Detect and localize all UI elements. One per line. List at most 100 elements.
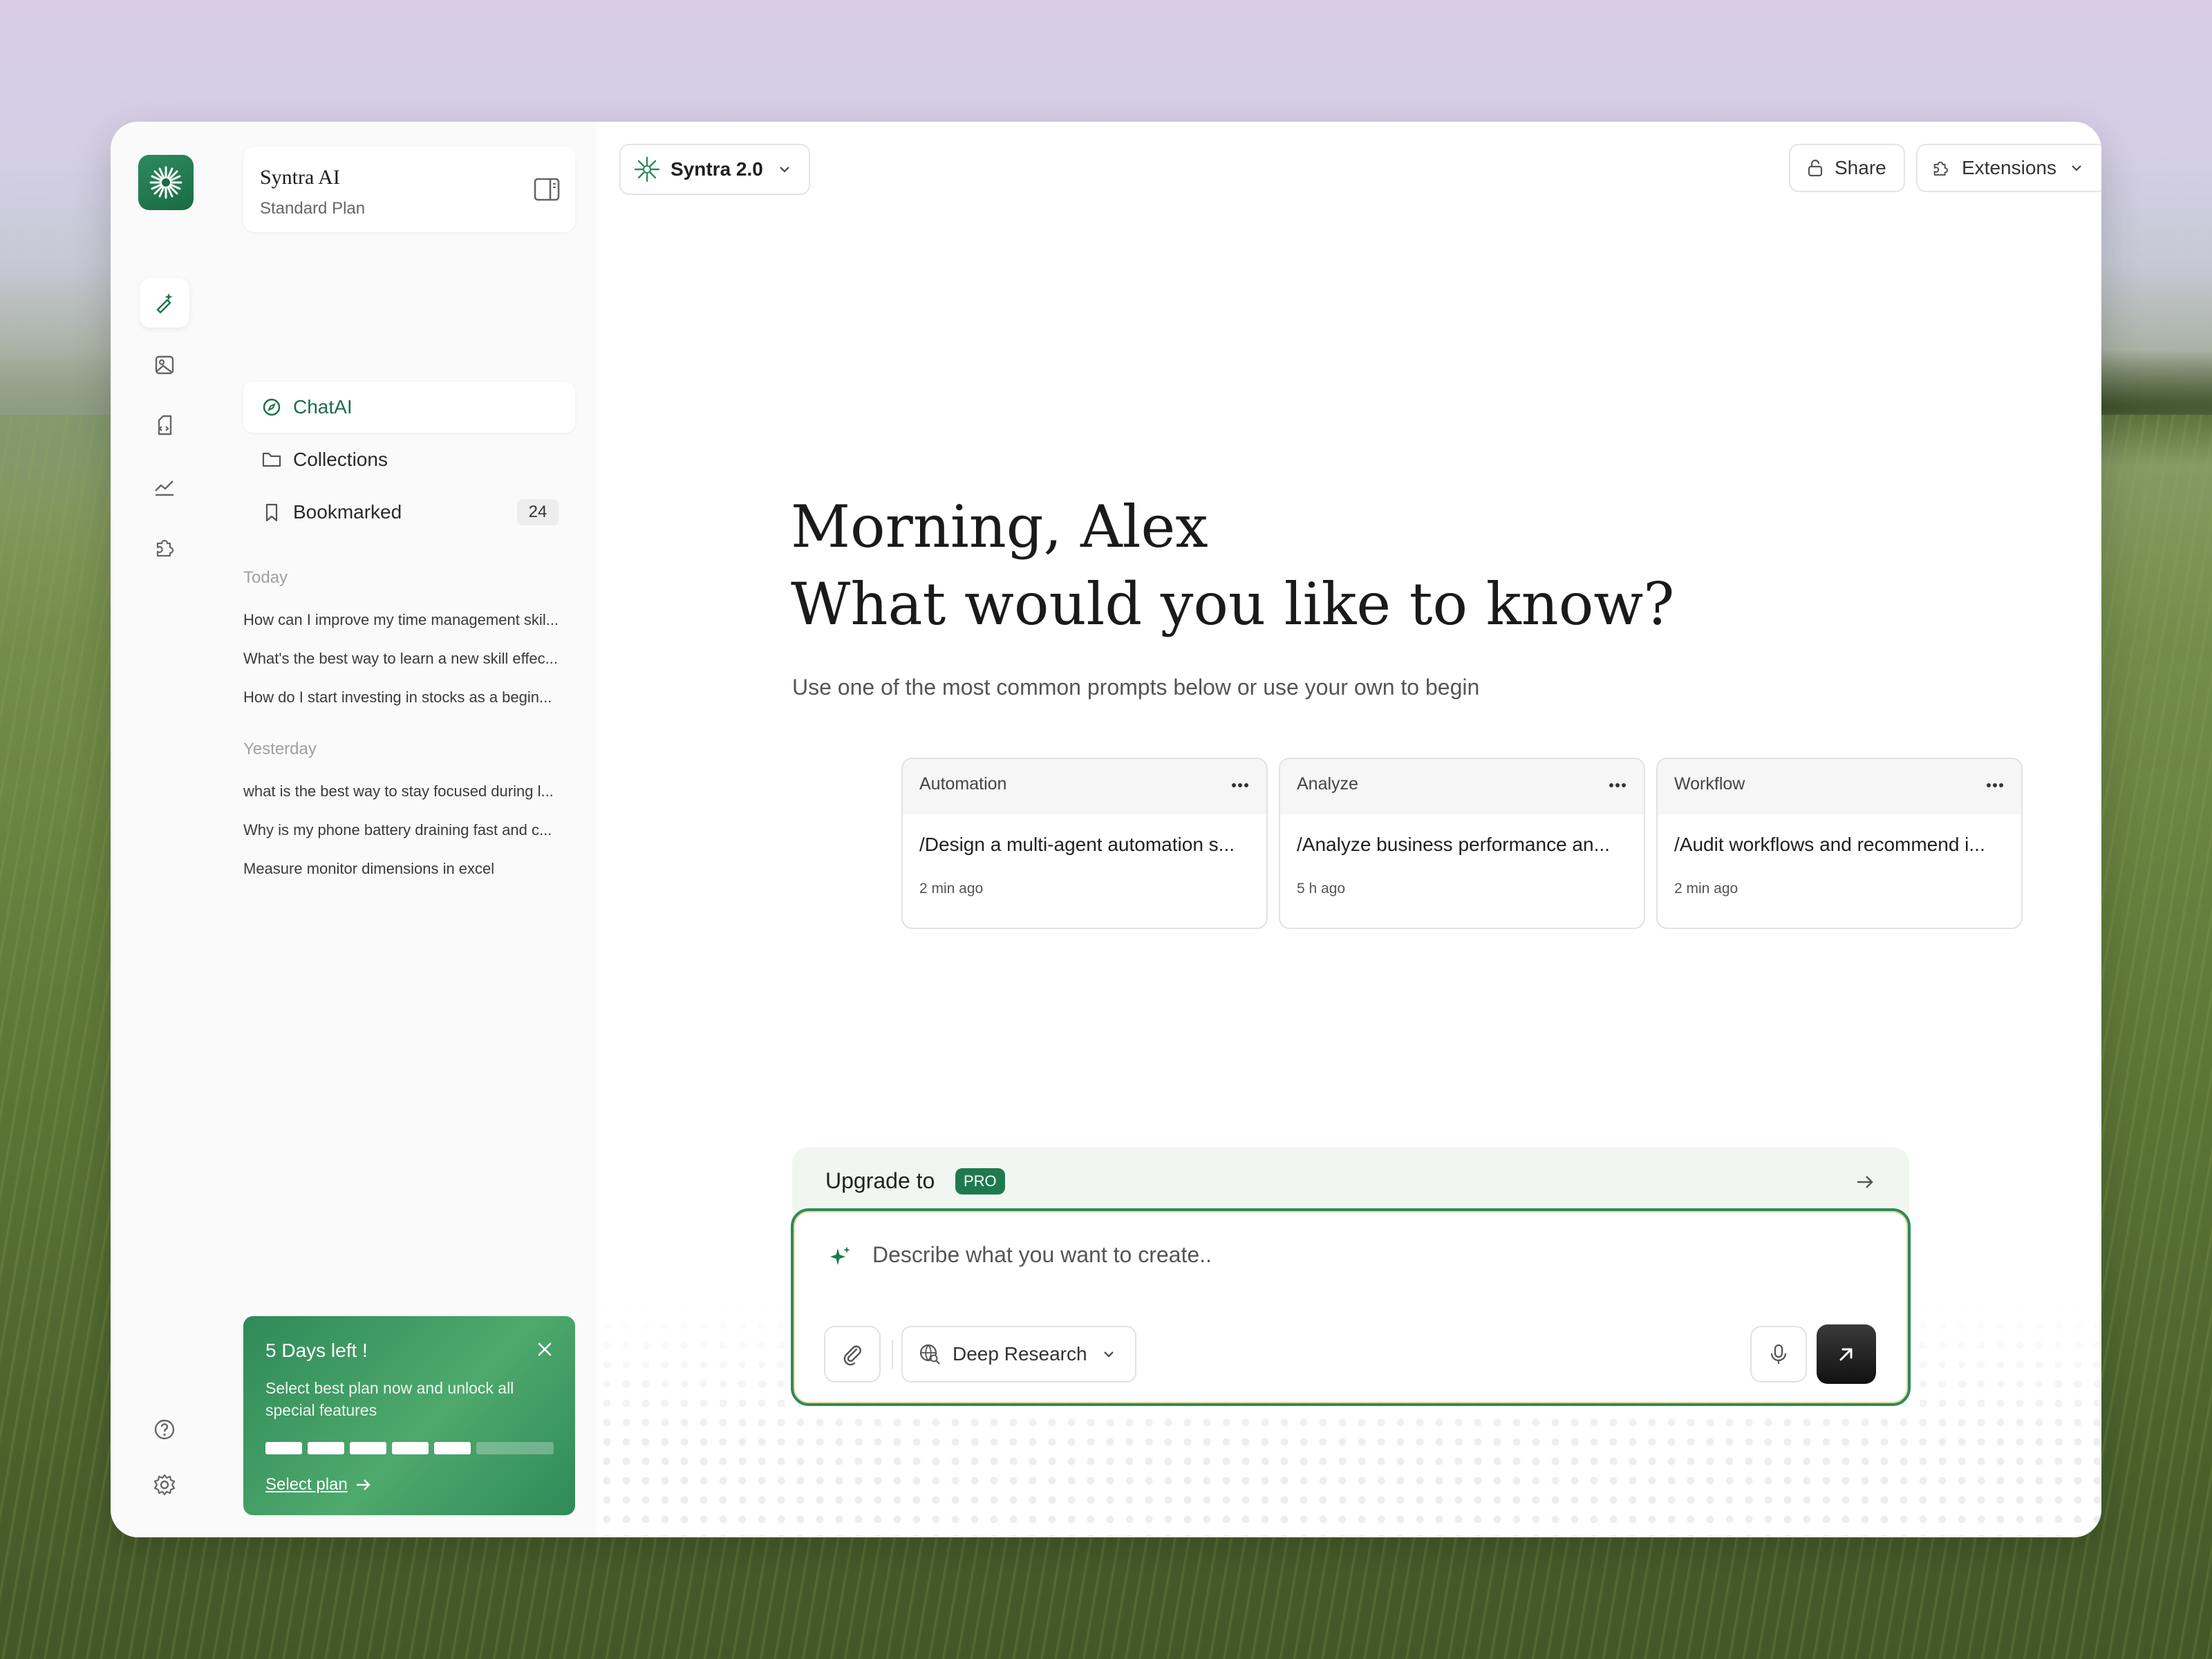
card-timestamp: 2 min ago — [919, 881, 984, 897]
model-selector[interactable]: Syntra 2.0 — [619, 144, 810, 195]
prompt-card-workflow[interactable]: Workflow /Audit workflows and recommend … — [1656, 758, 2023, 929]
folder-icon — [262, 452, 281, 467]
greeting-line-1: Morning, Alex — [791, 493, 1208, 561]
bookmark-icon — [265, 503, 278, 522]
prompt-input[interactable] — [871, 1241, 1841, 1268]
paperclip-icon — [843, 1345, 861, 1366]
history-today-header[interactable]: Today — [243, 568, 288, 588]
help-icon — [154, 1419, 175, 1440]
sidebar-toggle-icon[interactable] — [534, 177, 560, 202]
history-item[interactable]: what is the best way to stay focused dur… — [243, 782, 575, 800]
nav-item-collections[interactable]: Collections — [243, 434, 575, 485]
image-icon — [155, 355, 174, 375]
history-item[interactable]: What's the best way to learn a new skill… — [243, 650, 575, 668]
card-category: Automation — [919, 774, 1007, 794]
card-timestamp: 5 h ago — [1297, 881, 1346, 897]
research-mode-selector[interactable]: Deep Research — [901, 1326, 1136, 1382]
greeting-subtitle: Use one of the most common prompts below… — [792, 675, 1480, 700]
workspace-card[interactable]: Syntra AI Standard Plan — [243, 147, 575, 232]
arrow-up-right-icon — [1839, 1348, 1853, 1361]
rail-code-file-button[interactable] — [140, 401, 189, 451]
nav-label-chatai: ChatAI — [293, 396, 353, 418]
lock-icon — [1808, 159, 1823, 177]
share-button[interactable]: Share — [1789, 144, 1905, 192]
chevron-down-icon — [1103, 1351, 1114, 1358]
history-item[interactable]: How do I start investing in stocks as a … — [243, 688, 575, 706]
rail-chat-button[interactable] — [140, 278, 189, 328]
gear-icon — [153, 1474, 176, 1496]
progress-segment — [434, 1442, 471, 1454]
promo-title: 5 Days left ! — [265, 1340, 368, 1361]
prompt-card-analyze[interactable]: Analyze /Analyze business performance an… — [1279, 758, 1645, 929]
send-button[interactable] — [1817, 1324, 1876, 1384]
prompt-composer: Deep Research — [791, 1208, 1911, 1406]
greeting-heading: Morning, Alex What would you like to kno… — [791, 488, 1674, 643]
select-plan-label: Select plan — [265, 1475, 348, 1494]
greeting-line-2: What would you like to know? — [791, 570, 1675, 638]
more-horizontal-icon[interactable] — [1608, 778, 1627, 792]
trial-progress-bar — [265, 1442, 554, 1454]
chevron-down-icon — [2072, 165, 2081, 171]
card-timestamp: 2 min ago — [1674, 881, 1738, 897]
arrow-right-icon — [356, 1479, 371, 1490]
attach-button[interactable] — [824, 1326, 881, 1382]
code-file-icon — [158, 415, 172, 435]
rail-help-button[interactable] — [140, 1405, 189, 1454]
rail-settings-button[interactable] — [140, 1460, 189, 1510]
upgrade-label: Upgrade to — [825, 1168, 935, 1193]
card-prompt: /Audit workflows and recommend i... — [1674, 834, 1985, 855]
nav-item-bookmarked[interactable]: Bookmarked 24 — [243, 487, 575, 538]
research-mode-label: Deep Research — [953, 1343, 1087, 1365]
rail-analytics-button[interactable] — [140, 462, 189, 512]
pen-sparkle-icon — [156, 293, 173, 314]
nav-label-bookmarked: Bookmarked — [293, 501, 402, 523]
puzzle-icon — [156, 539, 174, 557]
chart-line-icon — [155, 480, 174, 496]
microphone-icon — [1770, 1344, 1787, 1364]
starburst-icon — [634, 156, 660, 182]
card-prompt: /Design a multi-agent automation s... — [919, 834, 1235, 855]
sidebar: Syntra AI Standard Plan ChatAI Collectio… — [218, 122, 679, 1537]
compass-icon — [263, 398, 281, 416]
pro-badge: PRO — [955, 1168, 1005, 1194]
voice-input-button[interactable] — [1750, 1326, 1807, 1382]
extensions-button[interactable]: Extensions — [1916, 144, 2101, 192]
starburst-logo-icon — [149, 166, 182, 199]
nav-label-collections: Collections — [293, 449, 388, 470]
progress-segment — [265, 1442, 302, 1454]
progress-remaining — [476, 1442, 554, 1454]
share-label: Share — [1835, 157, 1886, 178]
more-horizontal-icon[interactable] — [1230, 778, 1250, 792]
progress-segment — [392, 1442, 429, 1454]
bookmarked-count-badge: 24 — [517, 499, 559, 525]
progress-segment — [308, 1442, 344, 1454]
app-window: Syntra AI Standard Plan ChatAI Collectio… — [111, 122, 2101, 1537]
history-item[interactable]: How can I improve my time management ski… — [243, 611, 575, 629]
globe-search-icon — [919, 1344, 940, 1365]
trial-promo-card: 5 Days left ! Select best plan now and u… — [243, 1316, 575, 1515]
extensions-label: Extensions — [1962, 157, 2056, 178]
icon-rail — [111, 122, 220, 1537]
prompt-card-automation[interactable]: Automation /Design a multi-agent automat… — [901, 758, 1268, 929]
sparkle-icon — [830, 1246, 850, 1265]
nav-item-chatai[interactable]: ChatAI — [243, 382, 575, 433]
card-category: Workflow — [1674, 774, 1745, 794]
model-name: Syntra 2.0 — [671, 158, 763, 180]
rail-image-button[interactable] — [140, 340, 189, 390]
composer-divider — [892, 1340, 893, 1369]
history-item[interactable]: Why is my phone battery draining fast an… — [243, 821, 575, 839]
history-item[interactable]: Measure monitor dimensions in excel — [243, 860, 575, 878]
workspace-name: Syntra AI — [260, 166, 340, 189]
main-panel: Syntra 2.0 Share Extensions Morning, Ale… — [597, 122, 2101, 1537]
app-logo[interactable] — [138, 155, 194, 210]
workspace-plan: Standard Plan — [260, 199, 366, 218]
more-horizontal-icon[interactable] — [1985, 778, 2005, 792]
history-yesterday-header[interactable]: Yesterday — [243, 740, 317, 759]
card-prompt: /Analyze business performance an... — [1297, 834, 1610, 855]
chevron-down-icon — [780, 167, 789, 173]
select-plan-link[interactable]: Select plan — [265, 1475, 373, 1494]
rail-extensions-button[interactable] — [140, 523, 189, 572]
arrow-right-icon — [1857, 1176, 1873, 1188]
close-icon[interactable] — [535, 1340, 554, 1359]
progress-segment — [350, 1442, 386, 1454]
